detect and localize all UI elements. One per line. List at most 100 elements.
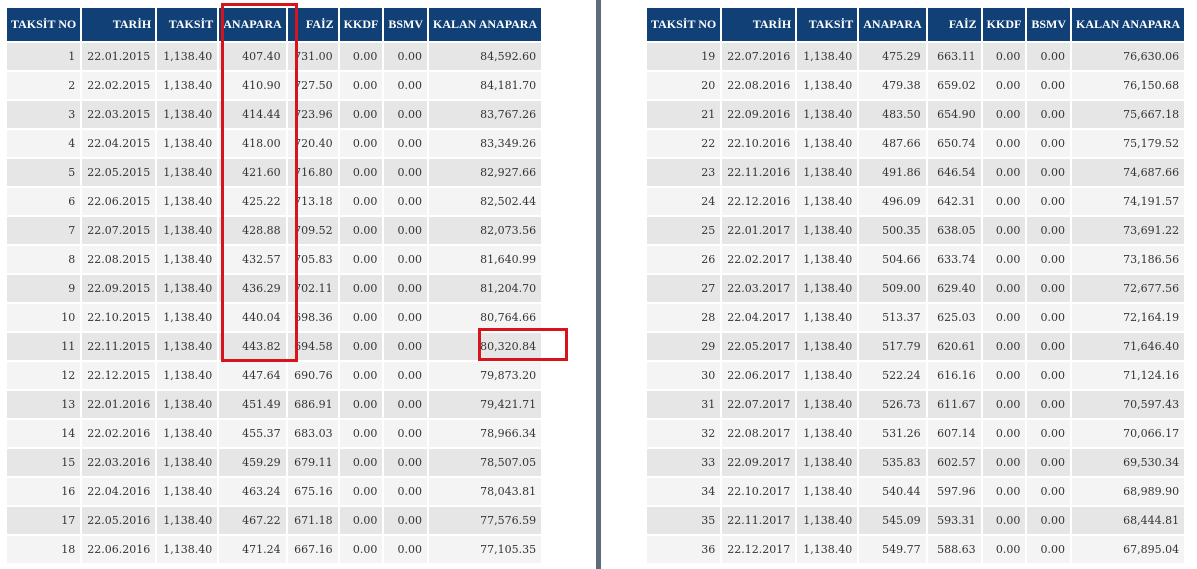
cell-tarih: 22.01.2015 <box>82 43 156 70</box>
cell-taksit: 1,138.40 <box>797 420 858 447</box>
cell-kalan-anapara: 71,124.16 <box>1072 362 1185 389</box>
cell-bsmv: 0.00 <box>384 536 428 563</box>
table-row: 36 22.12.2017 1,138.40 549.77 588.63 0.00 0.00… <box>647 536 1185 563</box>
header-tarih: TARİH <box>82 8 156 41</box>
cell-taksit-no: 36 <box>647 536 721 563</box>
cell-kkdf: 0.00 <box>982 536 1026 563</box>
cell-taksit-no: 11 <box>7 333 81 360</box>
cell-taksit-no: 1 <box>7 43 81 70</box>
cell-tarih: 22.02.2017 <box>722 246 796 273</box>
panel-divider <box>596 0 601 569</box>
cell-bsmv: 0.00 <box>1027 507 1071 534</box>
cell-taksit: 1,138.40 <box>157 101 218 128</box>
cell-kkdf: 0.00 <box>339 101 383 128</box>
cell-anapara: 475.29 <box>859 43 926 70</box>
cell-faiz: 671.18 <box>287 507 338 534</box>
cell-bsmv: 0.00 <box>384 101 428 128</box>
table-row: 30 22.06.2017 1,138.40 522.24 616.16 0.00 0.00… <box>647 362 1185 389</box>
cell-taksit-no: 5 <box>7 159 81 186</box>
cell-taksit-no: 30 <box>647 362 721 389</box>
cell-bsmv: 0.00 <box>384 188 428 215</box>
cell-anapara: 535.83 <box>859 449 926 476</box>
header-faiz: FAİZ <box>927 8 981 41</box>
cell-taksit: 1,138.40 <box>157 275 218 302</box>
cell-kkdf: 0.00 <box>339 246 383 273</box>
cell-kalan-anapara: 78,043.81 <box>429 478 542 505</box>
cell-bsmv: 0.00 <box>384 304 428 331</box>
cell-tarih: 22.10.2016 <box>722 130 796 157</box>
cell-kalan-anapara: 78,507.05 <box>429 449 542 476</box>
cell-taksit: 1,138.40 <box>157 536 218 563</box>
cell-tarih: 22.07.2017 <box>722 391 796 418</box>
header-taksit-no: TAKSİT NO <box>7 8 81 41</box>
cell-faiz: 638.05 <box>927 217 981 244</box>
table-row: 33 22.09.2017 1,138.40 535.83 602.57 0.00 0.00… <box>647 449 1185 476</box>
cell-taksit: 1,138.40 <box>157 217 218 244</box>
cell-anapara: 522.24 <box>859 362 926 389</box>
cell-bsmv: 0.00 <box>384 507 428 534</box>
cell-bsmv: 0.00 <box>1027 362 1071 389</box>
cell-bsmv: 0.00 <box>384 159 428 186</box>
cell-bsmv: 0.00 <box>1027 43 1071 70</box>
table-row: 16 22.04.2016 1,138.40 463.24 675.16 0.00 0.00… <box>7 478 542 505</box>
cell-taksit: 1,138.40 <box>797 507 858 534</box>
cell-taksit: 1,138.40 <box>797 275 858 302</box>
cell-kalan-anapara: 77,576.59 <box>429 507 542 534</box>
cell-taksit: 1,138.40 <box>797 130 858 157</box>
cell-kkdf: 0.00 <box>982 391 1026 418</box>
cell-bsmv: 0.00 <box>1027 217 1071 244</box>
cell-taksit-no: 25 <box>647 217 721 244</box>
cell-kkdf: 0.00 <box>339 362 383 389</box>
cell-taksit-no: 29 <box>647 333 721 360</box>
cell-bsmv: 0.00 <box>384 217 428 244</box>
cell-kalan-anapara: 78,966.34 <box>429 420 542 447</box>
cell-kkdf: 0.00 <box>339 507 383 534</box>
cell-bsmv: 0.00 <box>1027 536 1071 563</box>
cell-faiz: 683.03 <box>287 420 338 447</box>
cell-taksit: 1,138.40 <box>157 159 218 186</box>
cell-faiz: 620.61 <box>927 333 981 360</box>
cell-anapara: 483.50 <box>859 101 926 128</box>
cell-kalan-anapara: 80,764.66 <box>429 304 542 331</box>
cell-anapara: 487.66 <box>859 130 926 157</box>
cell-kkdf: 0.00 <box>982 217 1026 244</box>
cell-tarih: 22.07.2015 <box>82 217 156 244</box>
cell-anapara: 491.86 <box>859 159 926 186</box>
cell-bsmv: 0.00 <box>384 478 428 505</box>
kalan-anapara-highlight-box <box>478 328 568 361</box>
cell-taksit: 1,138.40 <box>797 536 858 563</box>
cell-anapara: 459.29 <box>219 449 286 476</box>
cell-tarih: 22.01.2017 <box>722 217 796 244</box>
cell-faiz: 675.16 <box>287 478 338 505</box>
cell-anapara: 451.49 <box>219 391 286 418</box>
cell-kkdf: 0.00 <box>982 507 1026 534</box>
table-row: 34 22.10.2017 1,138.40 540.44 597.96 0.00 0.00… <box>647 478 1185 505</box>
cell-anapara: 471.24 <box>219 536 286 563</box>
anapara-highlight-box <box>221 3 298 362</box>
cell-kalan-anapara: 76,150.68 <box>1072 72 1185 99</box>
payment-schedule-table: TAKSİT NO TARİH TAKSİT ANAPARA FAİZ KKDF… <box>645 6 1186 565</box>
cell-kkdf: 0.00 <box>339 188 383 215</box>
cell-anapara: 467.22 <box>219 507 286 534</box>
cell-bsmv: 0.00 <box>1027 420 1071 447</box>
cell-faiz: 633.74 <box>927 246 981 273</box>
cell-tarih: 22.07.2016 <box>722 43 796 70</box>
cell-faiz: 663.11 <box>927 43 981 70</box>
header-taksit: TAKSİT <box>797 8 858 41</box>
cell-taksit: 1,138.40 <box>157 130 218 157</box>
cell-kalan-anapara: 73,186.56 <box>1072 246 1185 273</box>
cell-taksit-no: 10 <box>7 304 81 331</box>
cell-tarih: 22.04.2016 <box>82 478 156 505</box>
cell-tarih: 22.05.2016 <box>82 507 156 534</box>
cell-kalan-anapara: 79,873.20 <box>429 362 542 389</box>
cell-anapara: 513.37 <box>859 304 926 331</box>
cell-kkdf: 0.00 <box>339 275 383 302</box>
cell-taksit-no: 7 <box>7 217 81 244</box>
table-row: 28 22.04.2017 1,138.40 513.37 625.03 0.00 0.00… <box>647 304 1185 331</box>
header-taksit: TAKSİT <box>157 8 218 41</box>
cell-tarih: 22.03.2016 <box>82 449 156 476</box>
cell-bsmv: 0.00 <box>384 275 428 302</box>
table-row: 19 22.07.2016 1,138.40 475.29 663.11 0.00 0.00… <box>647 43 1185 70</box>
cell-kalan-anapara: 75,179.52 <box>1072 130 1185 157</box>
cell-bsmv: 0.00 <box>1027 246 1071 273</box>
